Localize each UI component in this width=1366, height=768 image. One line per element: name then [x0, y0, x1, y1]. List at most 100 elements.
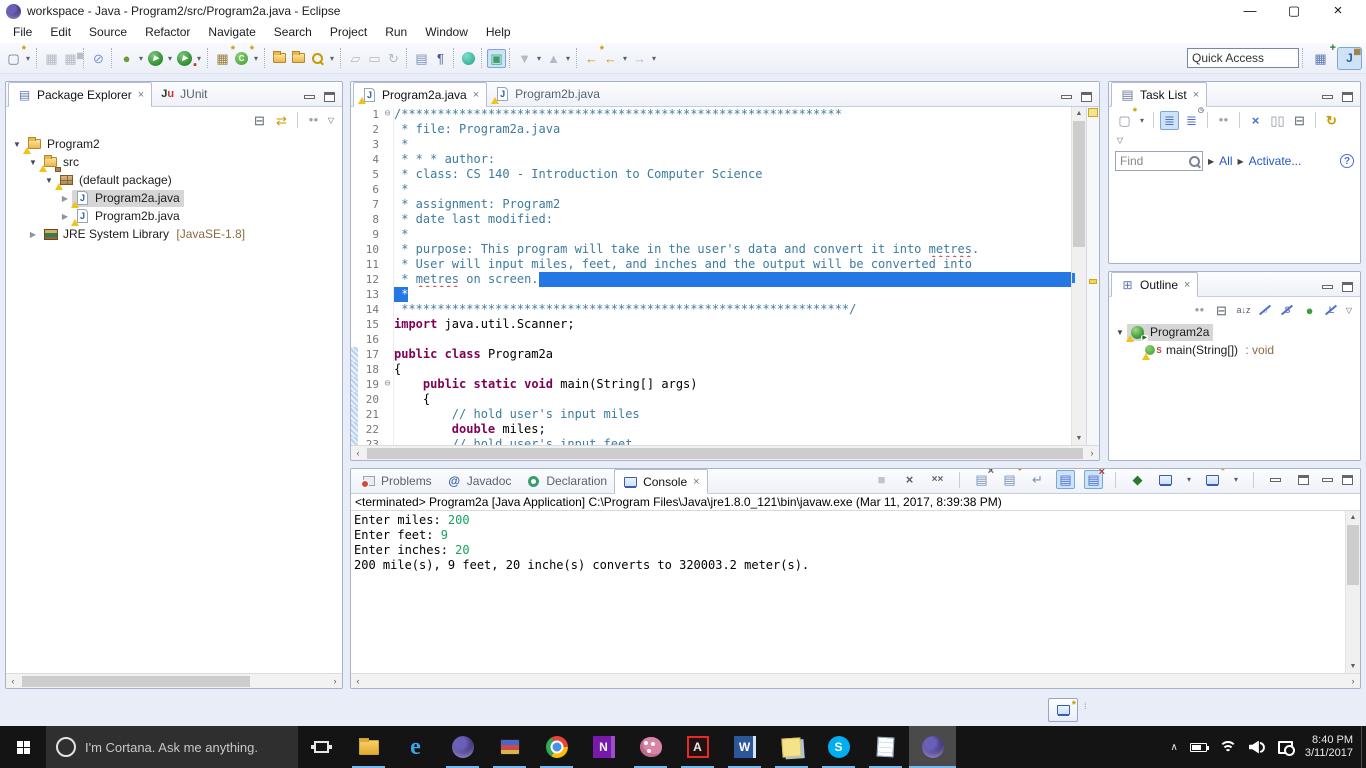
- menu-run[interactable]: Run: [376, 22, 416, 43]
- code-line-17[interactable]: 17 public class Program2a: [351, 347, 1071, 362]
- dropdown-icon[interactable]: ▾: [165, 49, 175, 68]
- minimize-view-icon[interactable]: [1322, 477, 1333, 482]
- taskbar-onenote-icon[interactable]: N: [580, 726, 627, 768]
- hide-non-public-icon[interactable]: ●: [1300, 301, 1319, 320]
- minimize-view-icon[interactable]: [1322, 95, 1333, 99]
- scroll-thumb[interactable]: [1347, 525, 1359, 585]
- close-button[interactable]: ×: [1316, 0, 1360, 22]
- maximize-button[interactable]: ▢: [1272, 0, 1316, 22]
- menu-edit[interactable]: Edit: [41, 22, 80, 43]
- maximize-view-icon[interactable]: [1081, 92, 1092, 102]
- open-resource-icon[interactable]: [289, 49, 308, 68]
- close-tab-icon[interactable]: ×: [138, 89, 144, 101]
- scroll-right-icon[interactable]: ›: [1346, 676, 1360, 686]
- scroll-lock-icon[interactable]: ▤ ●: [1000, 469, 1022, 489]
- code-line-8[interactable]: 8 * date last modified:: [351, 212, 1071, 227]
- code-line-3[interactable]: 3 *: [351, 137, 1071, 152]
- tab-program2b-java[interactable]: J Program2b.java: [487, 82, 607, 106]
- view-menu-icon[interactable]: ▽: [1115, 131, 1125, 150]
- scroll-left-icon[interactable]: ‹: [351, 676, 365, 686]
- clear-icon[interactable]: ▤ ×: [972, 469, 994, 489]
- remove-launch-icon[interactable]: ×: [900, 470, 919, 489]
- tree-item-program2[interactable]: ▼ Program2: [6, 135, 342, 154]
- menu-refactor[interactable]: Refactor: [136, 22, 199, 43]
- activate-link[interactable]: Activate...: [1249, 154, 1302, 168]
- show-desktop-button[interactable]: [1361, 726, 1366, 768]
- taskbar-sticky-notes-icon[interactable]: [768, 726, 815, 768]
- taskbar-winrar-icon[interactable]: [486, 726, 533, 768]
- collapse-arrow-icon[interactable]: ▼: [26, 158, 40, 167]
- console-hscrollbar[interactable]: ‹ ›: [351, 673, 1360, 688]
- new-java-class-icon[interactable]: C *: [232, 44, 254, 68]
- code-line-1[interactable]: 1 ⊖/*************************************…: [351, 107, 1071, 122]
- code-line-23[interactable]: 23 // hold user's input feet: [351, 437, 1071, 445]
- dropdown-icon[interactable]: ▾: [649, 49, 659, 68]
- last-edit-location-icon[interactable]: ← *: [582, 44, 604, 68]
- wifi-icon[interactable]: [1218, 740, 1237, 754]
- save-all-icon[interactable]: ▦ ▦: [61, 49, 84, 68]
- word-wrap-icon[interactable]: ↵: [1028, 470, 1047, 489]
- dropdown-icon[interactable]: ▾: [194, 49, 204, 68]
- back-icon[interactable]: ←: [601, 49, 620, 68]
- code-line-19[interactable]: 19 ⊖ public static void main(String[] arg…: [351, 377, 1071, 392]
- maximize-view-icon[interactable]: [1342, 92, 1353, 102]
- categorized-icon[interactable]: ≣: [1160, 110, 1179, 130]
- maximize-view-icon[interactable]: [324, 92, 335, 102]
- whats-new-button[interactable]: *: [1048, 698, 1078, 722]
- new-task-icon[interactable]: ▢ *: [1115, 106, 1137, 130]
- open-console-icon[interactable]: *: [1203, 469, 1225, 489]
- scroll-up-icon[interactable]: ▲: [1072, 107, 1086, 120]
- tree-item-program2a[interactable]: ▼ Program2a: [1109, 323, 1360, 342]
- package-explorer-tree[interactable]: ▼ Program2 ▼ src ▼ (default package) ▶ J Program…: [6, 133, 342, 673]
- collapse-arrow-icon[interactable]: ▼: [1113, 328, 1127, 337]
- code-line-13[interactable]: 13 *: [351, 287, 1071, 302]
- occurrence-marker[interactable]: [1089, 279, 1097, 284]
- scheduled-icon[interactable]: ≣ ◷: [1182, 107, 1204, 130]
- code-line-20[interactable]: 20 {: [351, 392, 1071, 407]
- dropdown-icon[interactable]: ▾: [620, 49, 630, 68]
- code-line-2[interactable]: 2 * file: Program2a.java: [351, 122, 1071, 137]
- show-stderr-icon[interactable]: ▤ ×: [1084, 469, 1105, 489]
- overview-ruler[interactable]: [1086, 107, 1099, 445]
- dropdown-icon[interactable]: ▾: [1231, 470, 1241, 489]
- expand-arrow-icon[interactable]: ▶: [1238, 157, 1244, 166]
- java-perspective-icon[interactable]: J ▦: [1337, 46, 1362, 70]
- expand-arrow-icon[interactable]: ▶: [26, 230, 40, 239]
- taskbar-chrome-icon[interactable]: [533, 726, 580, 768]
- close-tab-icon[interactable]: ×: [1193, 89, 1199, 101]
- minimize-button[interactable]: —: [1228, 0, 1272, 22]
- close-tab-icon[interactable]: ×: [693, 476, 699, 488]
- tab-declaration[interactable]: Declaration: [518, 469, 614, 493]
- refresh-disabled-icon[interactable]: ↻: [384, 49, 403, 68]
- minimize-view-icon[interactable]: [1061, 95, 1072, 99]
- filter-icon[interactable]: ×: [1246, 111, 1265, 130]
- pin-icon[interactable]: ◆: [1128, 470, 1147, 489]
- code-line-5[interactable]: 5 * class: CS 140 - Introduction to Comp…: [351, 167, 1071, 182]
- scroll-thumb[interactable]: [1073, 121, 1085, 247]
- open-perspective-icon[interactable]: ▦ +: [1308, 42, 1336, 70]
- maximize-view-icon[interactable]: [1342, 474, 1353, 485]
- dropdown-icon[interactable]: ▾: [327, 49, 337, 68]
- collapse-all2-icon[interactable]: ⊟: [1290, 111, 1309, 130]
- menu-window[interactable]: Window: [416, 22, 477, 43]
- code-line-22[interactable]: 22 double miles;: [351, 422, 1071, 437]
- show-source-icon[interactable]: ▤: [412, 49, 431, 68]
- taskbar-eclipse-launcher-icon[interactable]: [439, 726, 486, 768]
- code-line-21[interactable]: 21 // hold user's input miles: [351, 407, 1071, 422]
- console-output[interactable]: Enter miles: 200 Enter feet: 9 Enter inche…: [351, 511, 1345, 673]
- editor-vscrollbar[interactable]: ▲ ▼: [1071, 107, 1086, 445]
- hide-static-icon[interactable]: S: [1278, 301, 1297, 320]
- package-explorer-hscrollbar[interactable]: ‹ ›: [6, 673, 342, 688]
- group-icon[interactable]: ▯▯: [1268, 111, 1287, 130]
- taskbar-notepad-icon[interactable]: [862, 726, 909, 768]
- tree-item-main-string[interactable]: Smain(String[]) : void: [1109, 341, 1360, 360]
- synchronize-icon[interactable]: ↻: [1322, 111, 1341, 130]
- code-line-14[interactable]: 14 *************************************…: [351, 302, 1071, 317]
- dropdown-icon[interactable]: ▾: [251, 49, 261, 68]
- close-tab-icon[interactable]: ×: [1184, 279, 1190, 291]
- dropdown-icon[interactable]: ▾: [1184, 470, 1194, 489]
- dropdown-icon[interactable]: ▾: [563, 49, 573, 68]
- dropdown-icon[interactable]: ▾: [23, 49, 33, 68]
- view-menu-icon[interactable]: ▽: [1344, 301, 1354, 320]
- forward-icon[interactable]: →: [630, 49, 649, 68]
